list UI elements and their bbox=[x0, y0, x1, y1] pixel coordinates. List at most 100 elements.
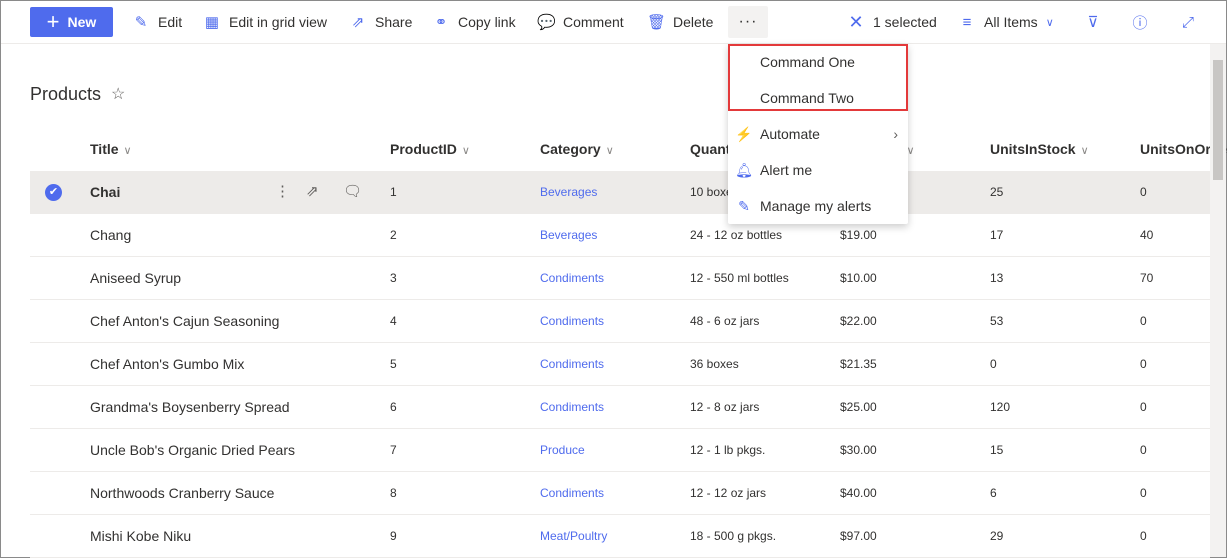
chevron-down-icon: ∨ bbox=[605, 145, 614, 157]
cell-title[interactable]: Chef Anton's Gumbo Mix bbox=[90, 356, 244, 372]
cell-order: 0 bbox=[1140, 185, 1147, 199]
chevron-down-icon: ∨ bbox=[1080, 145, 1089, 157]
cell-order: 0 bbox=[1140, 314, 1147, 328]
edit-label: Edit bbox=[158, 14, 183, 30]
cell-price: $19.00 bbox=[840, 228, 877, 242]
link-icon: ⚭ bbox=[434, 14, 448, 31]
cell-title[interactable]: Chang bbox=[90, 227, 131, 243]
cell-qty: 36 boxes bbox=[690, 357, 739, 371]
cell-price: $40.00 bbox=[840, 486, 877, 500]
cell-cat[interactable]: Condiments bbox=[540, 314, 604, 328]
edit-button[interactable]: ✎ Edit bbox=[132, 1, 182, 43]
cell-qty: 18 - 500 g pkgs. bbox=[690, 529, 777, 543]
table-row[interactable]: Aniseed Syrup 3 Condiments 12 - 550 ml bott… bbox=[30, 257, 1210, 300]
table-row[interactable]: Chef Anton's Gumbo Mix 5 Condiments 36 boxe… bbox=[30, 343, 1210, 386]
cell-cat[interactable]: Produce bbox=[540, 443, 585, 457]
column-label: Title bbox=[90, 141, 119, 157]
share-icon: ⇗ bbox=[351, 14, 365, 31]
cell-cat[interactable]: Meat/Poultry bbox=[540, 529, 607, 543]
cell-id: 9 bbox=[390, 529, 397, 543]
column-header-category[interactable]: Category ∨ bbox=[540, 141, 614, 157]
cell-order: 0 bbox=[1140, 357, 1147, 371]
new-button[interactable]: + New bbox=[30, 7, 113, 37]
table-row[interactable]: Grandma's Boysenberry Spread 6 Condiments 1… bbox=[30, 386, 1210, 429]
checkmark-icon[interactable]: ✔ bbox=[45, 184, 62, 201]
cell-title[interactable]: Chef Anton's Cajun Seasoning bbox=[90, 313, 279, 329]
cell-stock: 17 bbox=[990, 228, 1004, 242]
cell-stock: 6 bbox=[990, 486, 997, 500]
table-row[interactable]: Northwoods Cranberry Sauce 8 Condiments 12 … bbox=[30, 472, 1210, 515]
menu-label: Automate bbox=[760, 126, 820, 142]
column-header-title[interactable]: Title ∨ bbox=[90, 141, 132, 157]
share-icon[interactable]: ⇗ bbox=[306, 182, 319, 200]
cell-id: 7 bbox=[390, 443, 397, 457]
cell-cat[interactable]: Beverages bbox=[540, 228, 597, 242]
cell-stock: 120 bbox=[990, 400, 1011, 414]
cell-cat[interactable]: Condiments bbox=[540, 486, 604, 500]
column-header-productid[interactable]: ProductID ∨ bbox=[390, 141, 470, 157]
cell-cat[interactable]: Condiments bbox=[540, 400, 604, 414]
menu-item-manage-alerts[interactable]: ✎ Manage my alerts bbox=[728, 188, 908, 224]
cell-order: 40 bbox=[1140, 228, 1154, 242]
clear-selection-button[interactable]: ✕ 1 selected bbox=[847, 1, 936, 43]
table-row[interactable]: Chang 2 Beverages 24 - 12 oz bottles $19.00 1… bbox=[30, 214, 1210, 257]
cell-cat[interactable]: Condiments bbox=[540, 271, 604, 285]
cell-title[interactable]: Uncle Bob's Organic Dried Pears bbox=[90, 442, 295, 458]
chevron-down-icon: ∨ bbox=[123, 145, 132, 157]
filter-button[interactable]: ⊽ bbox=[1084, 1, 1102, 43]
table-row[interactable]: Mishi Kobe Niku 9 Meat/Poultry 18 - 500 g p… bbox=[30, 515, 1210, 558]
column-header-unitsinstock[interactable]: UnitsInStock ∨ bbox=[990, 141, 1089, 157]
more-button[interactable]: ··· bbox=[728, 6, 768, 38]
menu-item-automate[interactable]: ⚡ Automate › bbox=[728, 116, 908, 152]
command-bar: + New ✎ Edit ▦ Edit in grid view ⇗ Share ⚭ Co… bbox=[1, 1, 1226, 44]
add-comment-icon[interactable]: 🗨 bbox=[343, 182, 362, 200]
trash-icon: 🗑 bbox=[647, 14, 667, 31]
edit-grid-button[interactable]: ▦ Edit in grid view bbox=[203, 1, 327, 43]
cell-order: 70 bbox=[1140, 271, 1154, 285]
cell-price: $97.00 bbox=[840, 529, 877, 543]
cell-qty: 12 - 12 oz jars bbox=[690, 486, 767, 500]
cell-title[interactable]: Chai bbox=[90, 184, 120, 200]
cell-qty: 12 - 1 lb pkgs. bbox=[690, 443, 766, 457]
view-label: All Items bbox=[984, 14, 1038, 30]
cell-qty: 24 - 12 oz bottles bbox=[690, 228, 783, 242]
cell-price: $10.00 bbox=[840, 271, 877, 285]
fullscreen-button[interactable]: ⤢ bbox=[1179, 1, 1197, 43]
copy-link-button[interactable]: ⚭ Copy link bbox=[432, 1, 516, 43]
cell-price: $21.35 bbox=[840, 357, 877, 371]
share-button[interactable]: ⇗ Share bbox=[349, 1, 413, 43]
cell-cat[interactable]: Condiments bbox=[540, 357, 604, 371]
chevron-down-icon: ∨ bbox=[1045, 16, 1054, 29]
pencil-icon: ✎ bbox=[134, 14, 148, 31]
column-label: ProductID bbox=[390, 141, 457, 157]
cell-title[interactable]: Grandma's Boysenberry Spread bbox=[90, 399, 290, 415]
cell-cat[interactable]: Beverages bbox=[540, 185, 597, 199]
more-vertical-icon[interactable]: ⋮ bbox=[275, 182, 290, 200]
menu-item-alert-me[interactable]: 🔔︎ Alert me bbox=[728, 152, 908, 188]
table-row[interactable]: Chef Anton's Cajun Seasoning 4 Condiments 4… bbox=[30, 300, 1210, 343]
close-icon: ✕ bbox=[848, 11, 864, 32]
table-row[interactable]: Uncle Bob's Organic Dried Pears 7 Produce 1… bbox=[30, 429, 1210, 472]
cell-stock: 15 bbox=[990, 443, 1004, 457]
cell-id: 8 bbox=[390, 486, 397, 500]
info-icon: ⓘ bbox=[1132, 14, 1148, 32]
delete-button[interactable]: 🗑 Delete bbox=[647, 1, 713, 43]
vertical-scrollbar[interactable] bbox=[1210, 44, 1226, 557]
scroll-thumb[interactable] bbox=[1213, 60, 1223, 180]
cell-title[interactable]: Aniseed Syrup bbox=[90, 270, 181, 286]
cell-price: $30.00 bbox=[840, 443, 877, 457]
menu-label: Manage my alerts bbox=[760, 198, 872, 214]
comment-button[interactable]: 💬 Comment bbox=[537, 1, 624, 43]
view-switcher[interactable]: ≡ All Items ∨ bbox=[958, 1, 1054, 43]
plus-icon: + bbox=[46, 9, 60, 34]
table-row[interactable]: ✔⋮⇗🗨Chai1Beverages10 boxes x 20 bags$18.… bbox=[30, 171, 1210, 214]
comment-icon: 💬 bbox=[537, 14, 556, 31]
cell-title[interactable]: Mishi Kobe Niku bbox=[90, 528, 191, 544]
star-icon[interactable]: ☆ bbox=[111, 84, 125, 104]
cell-stock: 53 bbox=[990, 314, 1004, 328]
cell-stock: 13 bbox=[990, 271, 1004, 285]
filter-icon: ⊽ bbox=[1087, 14, 1099, 31]
info-button[interactable]: ⓘ bbox=[1131, 1, 1149, 43]
edit-document-icon: ✎ bbox=[738, 197, 750, 214]
cell-title[interactable]: Northwoods Cranberry Sauce bbox=[90, 485, 274, 501]
